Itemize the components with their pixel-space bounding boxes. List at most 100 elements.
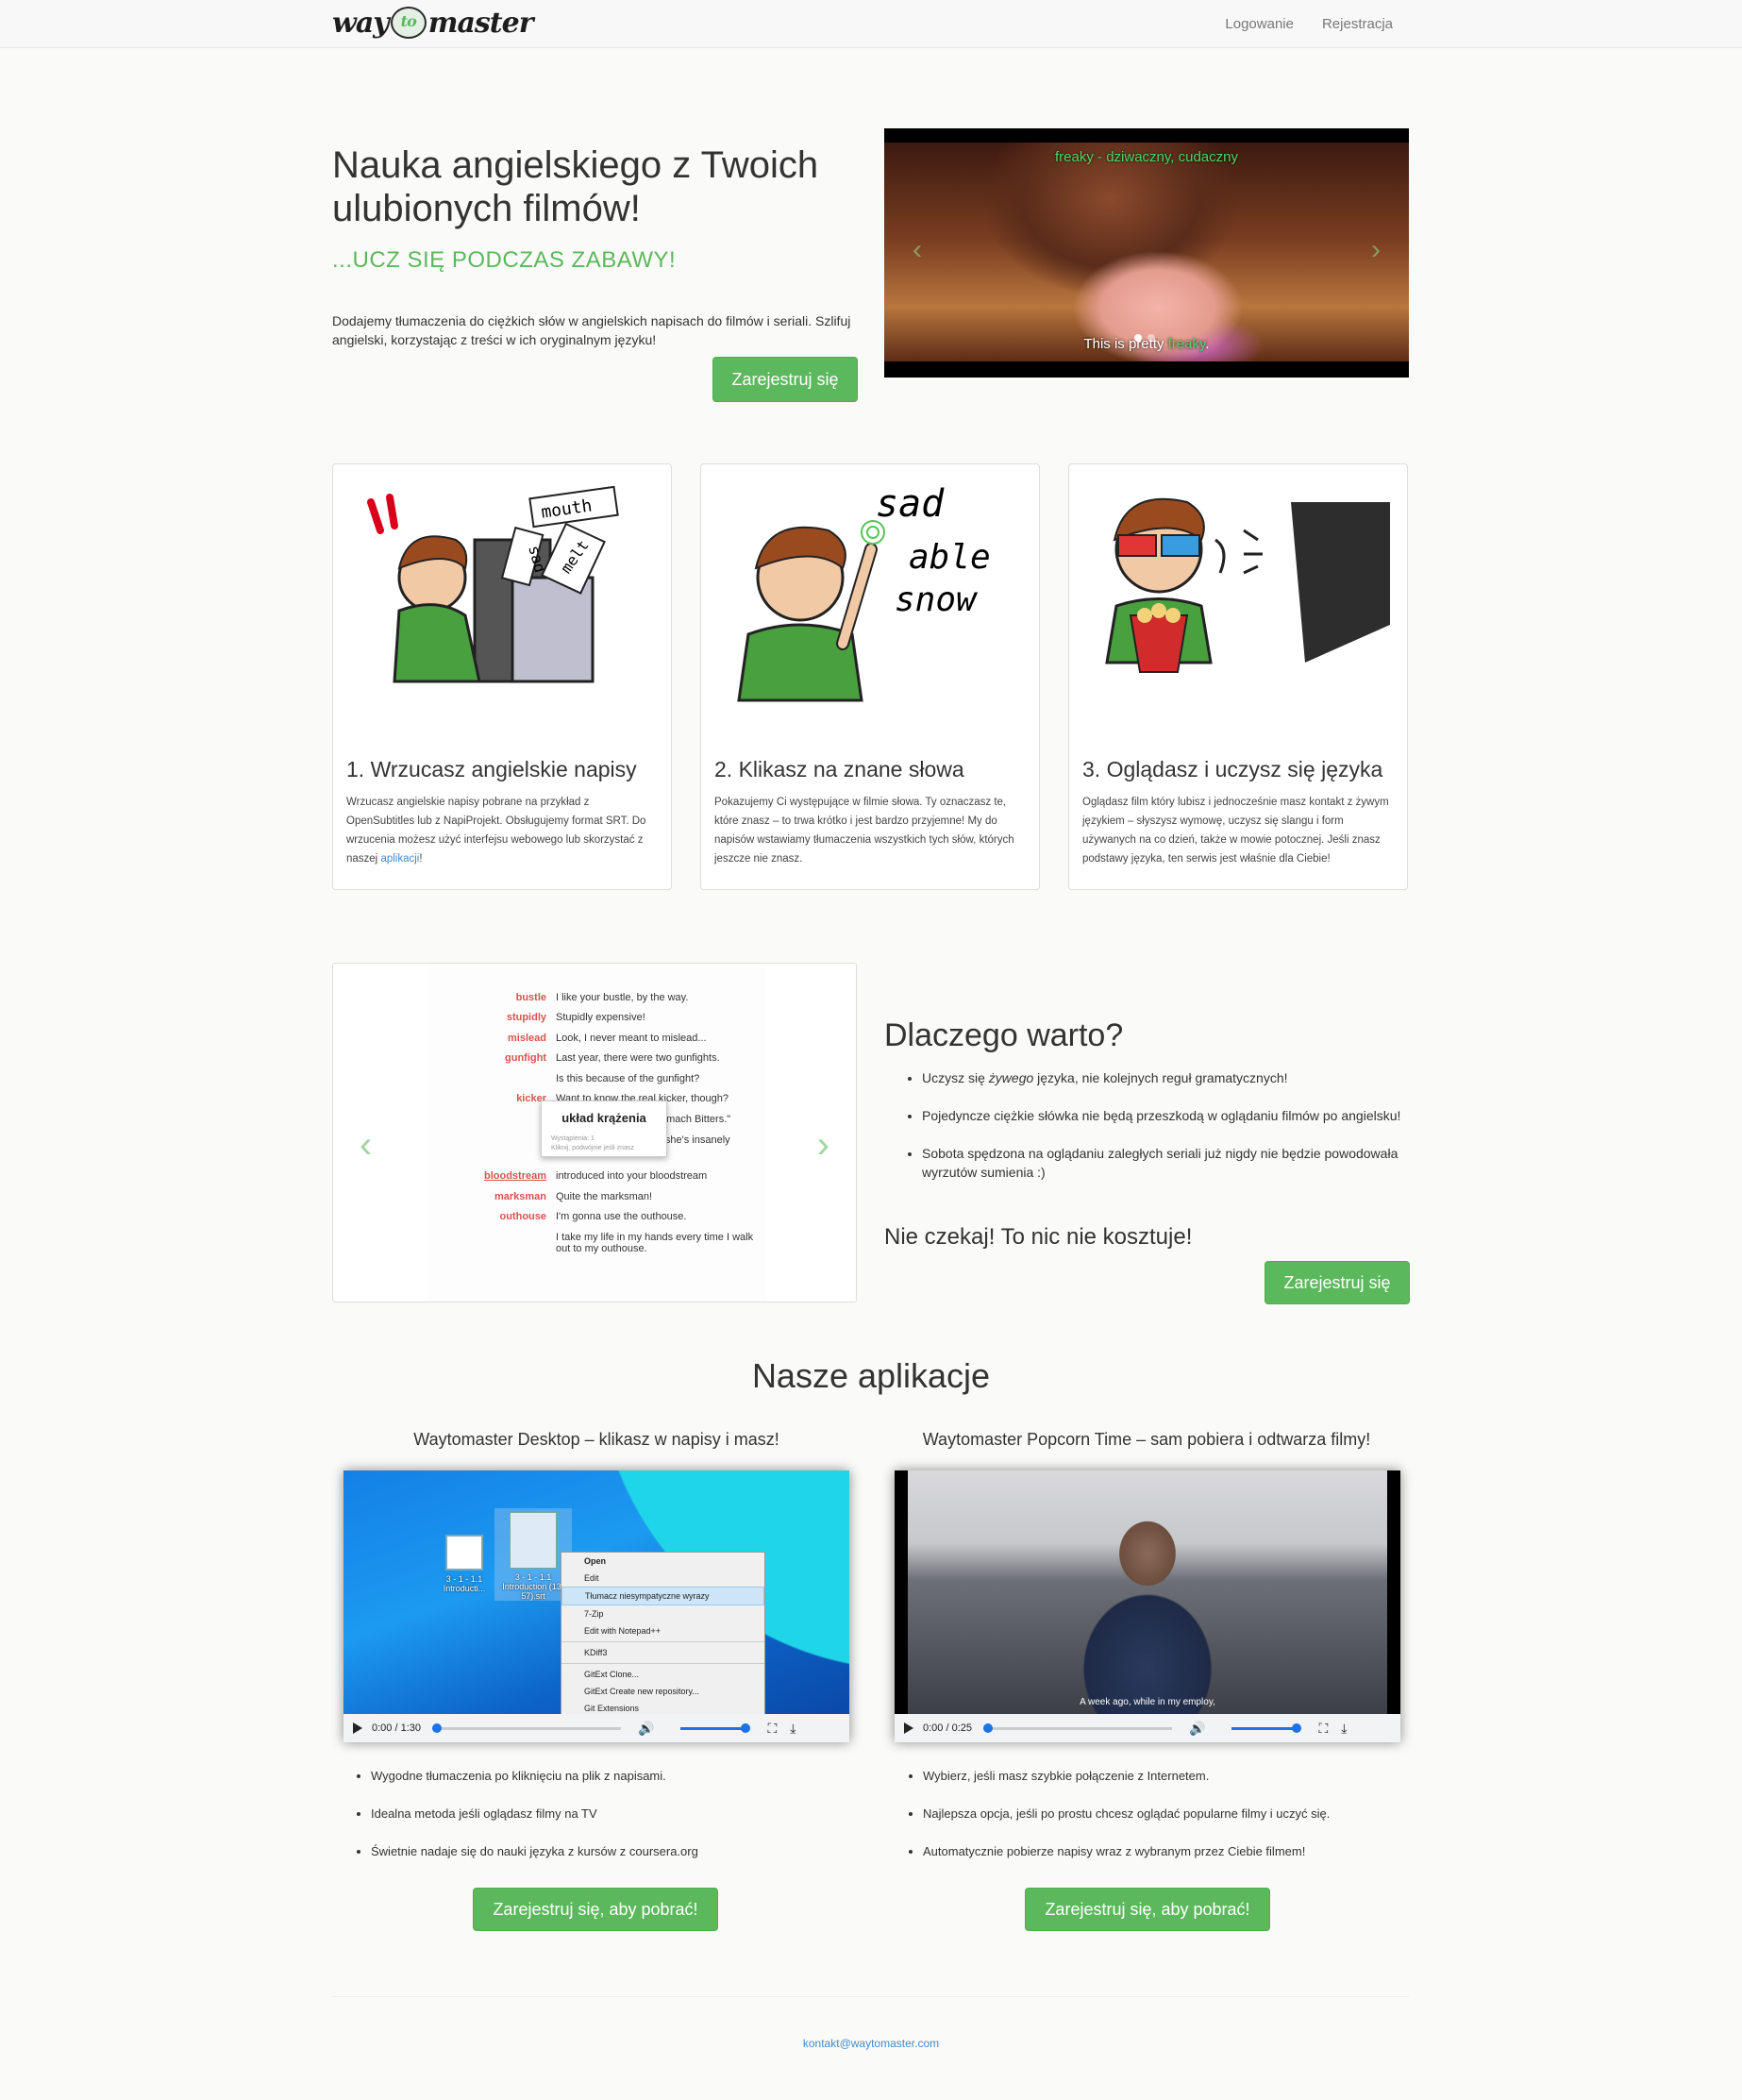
- demo-word[interactable]: mislead: [508, 1033, 546, 1044]
- hero-title: Nauka angielskiego z Twoich ulubionych f…: [332, 144, 819, 229]
- demo-word[interactable]: marksman: [494, 1191, 546, 1202]
- logo[interactable]: way to master: [332, 4, 534, 42]
- demo-word[interactable]: gunfight: [505, 1052, 546, 1064]
- register-link[interactable]: Rejestracja: [1322, 16, 1393, 32]
- illus-word-able: able: [909, 538, 991, 577]
- illus-word-snow: snow: [895, 580, 979, 619]
- demo-screenshot: bustle I like your bustle, by the way. st…: [332, 963, 857, 1302]
- list-item: mislead Look, I never meant to mislead...: [427, 1033, 767, 1051]
- step-text: Wrzucasz angielskie napisy pobrane na pr…: [346, 793, 660, 868]
- menu-item-7zip[interactable]: 7-Zip: [561, 1605, 764, 1622]
- translation-popup: układ krążenia Wystąpienia: 1 Kliknij, p…: [541, 1100, 667, 1157]
- step-card-watch: 3. Oglądasz i uczysz się języka Oglądasz…: [1068, 463, 1408, 890]
- list-item: Najlepsza opcja, jeśli po prostu chcesz …: [923, 1805, 1423, 1823]
- hero-video[interactable]: freaky - dziwaczny, cudaczny This is pre…: [884, 128, 1409, 378]
- progress-knob[interactable]: [983, 1722, 993, 1733]
- demo-next-icon[interactable]: ›: [817, 1124, 829, 1167]
- demo-word[interactable]: stupidly: [507, 1012, 546, 1023]
- carousel-dot[interactable]: [1134, 334, 1142, 342]
- subtitle-highlight: freaky: [1167, 336, 1206, 352]
- desktop-app-title: Waytomaster Desktop – klikasz w napisy i…: [413, 1430, 779, 1449]
- play-icon[interactable]: [353, 1722, 362, 1734]
- menu-item-gitext-clone[interactable]: GitExt Clone...: [561, 1666, 764, 1683]
- carousel-prev-icon[interactable]: ‹: [913, 234, 922, 266]
- video-progress-bar[interactable]: [432, 1722, 621, 1733]
- menu-item-notepad[interactable]: Edit with Notepad++: [561, 1622, 764, 1639]
- desktop-screen: 3 - 1 - 1.1 Introducti... 3 - 1 - 1.1 In…: [343, 1470, 849, 1716]
- login-link[interactable]: Logowanie: [1225, 16, 1294, 32]
- volume-icon[interactable]: 🔊: [1189, 1721, 1205, 1737]
- logo-text-to: to: [390, 7, 427, 39]
- menu-item-gitext-new[interactable]: GitExt Create new repository...: [561, 1683, 764, 1700]
- menu-item-edit[interactable]: Edit: [561, 1570, 764, 1587]
- why-cta: Nie czekaj! To nic nie kosztuje!: [884, 1224, 1193, 1250]
- popcorn-download-button[interactable]: Zarejestruj się, aby pobrać!: [1025, 1888, 1270, 1931]
- demo-prev-icon[interactable]: ‹: [360, 1124, 372, 1167]
- demo-word[interactable]: bustle: [516, 992, 546, 1003]
- demo-sentence: Is this because of the gunfight?: [556, 1073, 700, 1084]
- video-progress-bar[interactable]: [983, 1722, 1172, 1733]
- menu-item-open[interactable]: Open: [561, 1553, 764, 1570]
- list-item: bustle I like your bustle, by the way.: [427, 992, 767, 1011]
- demo-sentence: I'm gonna use the outhouse.: [556, 1211, 687, 1222]
- demo-sentence: Stupidly expensive!: [556, 1012, 645, 1023]
- carousel-dot[interactable]: [1147, 334, 1155, 342]
- navbar: way to master Logowanie Rejestracja: [0, 0, 1742, 48]
- why-register-button[interactable]: Zarejestruj się: [1265, 1261, 1410, 1304]
- list-item: Automatycznie pobierze napisy wraz z wyb…: [923, 1842, 1423, 1861]
- subtitle-end: .: [1205, 336, 1210, 352]
- hero-description: Dodajemy tłumaczenia do ciężkich słów w …: [332, 313, 851, 347]
- demo-word[interactable]: bloodstream: [484, 1170, 546, 1182]
- volume-slider[interactable]: [680, 1722, 751, 1733]
- popup-occurrences: Wystąpienia: 1: [551, 1135, 595, 1142]
- fullscreen-icon[interactable]: ⛶: [1318, 1721, 1328, 1737]
- volume-slider[interactable]: [1231, 1722, 1302, 1733]
- context-menu: Open Edit Tłumacz niesympatyczne wyrazy …: [561, 1552, 765, 1716]
- logo-text-way: way: [332, 6, 390, 40]
- why-item-emphasis: żywego: [988, 1070, 1034, 1085]
- demo-word[interactable]: outhouse: [500, 1211, 547, 1222]
- desktop-features: Wygodne tłumaczenia po kliknięciu na pli…: [352, 1767, 862, 1880]
- movie-frame: [908, 1470, 1387, 1714]
- popup-title: układ krążenia: [561, 1111, 646, 1125]
- popcorn-app-video[interactable]: A week ago, while in my employ, 0:00 / 0…: [895, 1470, 1400, 1742]
- download-icon[interactable]: ⤓: [1341, 1721, 1347, 1737]
- apps-link[interactable]: aplikacji: [380, 853, 419, 865]
- menu-item-kdiff[interactable]: KDiff3: [561, 1644, 764, 1661]
- list-item: bloodstream introduced into your bloodstr…: [427, 1170, 767, 1189]
- hero-register-button[interactable]: Zarejestruj się: [712, 357, 858, 402]
- menu-item-translate[interactable]: Tłumacz niesympatyczne wyrazy: [561, 1587, 764, 1605]
- step-title: 2. Klikasz na znane słowa: [714, 757, 964, 781]
- download-icon[interactable]: ⤓: [790, 1721, 796, 1737]
- popcorn-app-title: Waytomaster Popcorn Time – sam pobiera i…: [922, 1430, 1371, 1449]
- demo-sentence: Quite the marksman!: [556, 1191, 653, 1202]
- carousel-next-icon[interactable]: ›: [1371, 234, 1381, 266]
- video-time: 0:00 / 1:30: [372, 1722, 421, 1734]
- list-item: Wygodne tłumaczenia po kliknięciu na pli…: [371, 1767, 862, 1786]
- hero-video-translation: freaky - dziwaczny, cudaczny: [1055, 149, 1238, 165]
- volume-knob[interactable]: [741, 1722, 751, 1733]
- list-item: Idealna metoda jeśli oglądasz filmy na T…: [371, 1805, 862, 1823]
- apps-title: Nasze aplikacje: [751, 1356, 991, 1395]
- why-list: Uczysz się żywego języka, nie kolejnych …: [903, 1068, 1413, 1201]
- desktop-app-video[interactable]: 3 - 1 - 1.1 Introducti... 3 - 1 - 1.1 In…: [343, 1470, 849, 1742]
- volume-knob[interactable]: [1292, 1722, 1302, 1733]
- desktop-download-button[interactable]: Zarejestruj się, aby pobrać!: [473, 1888, 718, 1931]
- file-label: 3 - 1 - 1.1 Introducti...: [443, 1574, 486, 1593]
- fullscreen-icon[interactable]: ⛶: [767, 1721, 777, 1737]
- video-file-icon: 3 - 1 - 1.1 Introducti...: [427, 1535, 502, 1593]
- video-time: 0:00 / 0:25: [923, 1722, 972, 1734]
- why-title: Dlaczego warto?: [884, 1017, 1124, 1053]
- demo-subtitle-list: bustle I like your bustle, by the way. st…: [427, 964, 767, 1302]
- notepad-thumb: [510, 1512, 557, 1569]
- contact-email-link[interactable]: kontakt@waytomaster.com: [0, 2037, 1742, 2050]
- step-title: 3. Oglądasz i uczysz się języka: [1082, 757, 1383, 781]
- video-thumb: [445, 1535, 483, 1571]
- play-icon[interactable]: [904, 1722, 913, 1734]
- popcorn-features: Wybierz, jeśli masz szybkie połączenie z…: [904, 1767, 1423, 1880]
- upload-illustration: mouth sad melt: [367, 485, 619, 683]
- video-controls: 0:00 / 1:30 🔊 ⛶ ⤓: [343, 1714, 849, 1742]
- watch-illustration: [1105, 497, 1390, 673]
- progress-knob[interactable]: [432, 1722, 442, 1733]
- volume-icon[interactable]: 🔊: [638, 1721, 654, 1737]
